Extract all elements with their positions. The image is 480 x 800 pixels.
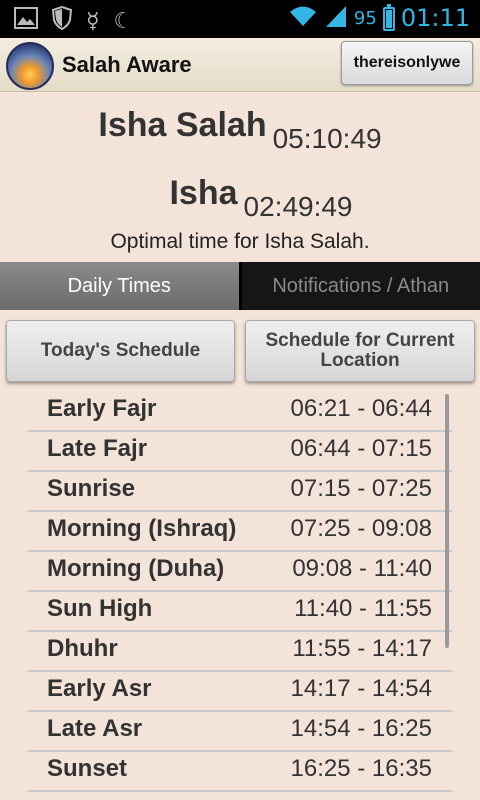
list-item[interactable]: Late Asr 14:54 - 16:25: [28, 712, 452, 752]
prayer-line: Isha 02:49:49: [0, 174, 480, 222]
salah-title: Isha Salah: [98, 106, 267, 144]
prayer-time-range: 07:15 - 07:25: [290, 475, 432, 502]
prayer-name: Early Fajr: [47, 395, 157, 422]
account-button[interactable]: thereisonlywe: [341, 41, 473, 85]
list-item[interactable]: Early Asr 14:17 - 14:54: [28, 672, 452, 712]
tab-bar: Daily Times Notifications / Athan: [0, 262, 480, 310]
salah-line: Isha Salah 05:10:49: [0, 106, 480, 154]
list-item[interactable]: Late Fajr 06:44 - 07:15: [28, 432, 452, 472]
wifi-icon: [288, 4, 318, 32]
prayer-title: Isha: [169, 174, 238, 212]
prayer-name: Dhuhr: [47, 635, 118, 662]
prayer-timer: 02:49:49: [243, 191, 353, 222]
shield-icon: [51, 5, 73, 37]
crescent-moon-icon: ☾: [113, 8, 134, 34]
prayer-name: Sunrise: [47, 475, 136, 502]
image-icon: [14, 7, 38, 36]
prayer-time-range: 14:17 - 14:54: [290, 675, 432, 702]
list-item[interactable]: Dhuhr 11:55 - 14:17: [28, 632, 452, 672]
prayer-time-range: 07:25 - 09:08: [290, 515, 432, 542]
prayer-name: Early Asr: [47, 675, 152, 702]
list-item[interactable]: Morning (Ishraq) 07:25 - 09:08: [28, 512, 452, 552]
prayer-time-range: 11:55 - 14:17: [292, 635, 432, 662]
current-prayer-panel: Isha Salah 05:10:49 Isha 02:49:49 Optimal …: [0, 92, 480, 262]
todays-schedule-button[interactable]: Today's Schedule: [6, 320, 235, 382]
list-item[interactable]: Morning (Duha) 09:08 - 11:40: [28, 552, 452, 592]
battery-percent: 95: [353, 7, 377, 29]
prayer-name: Late Fajr: [47, 435, 148, 462]
list-item[interactable]: Sunrise 07:15 - 07:25: [28, 472, 452, 512]
prayer-name: Late Asr: [47, 715, 143, 742]
prayer-time-range: 06:44 - 07:15: [290, 435, 432, 462]
prayer-time-range: 16:25 - 16:35: [290, 755, 432, 782]
current-location-schedule-button[interactable]: Schedule for Current Location: [245, 320, 475, 382]
mercury-symbol-icon: ☿: [86, 8, 100, 34]
prayer-name: Sunset: [47, 755, 128, 782]
signal-icon: [324, 4, 348, 32]
list-item[interactable]: Sunset 16:25 - 16:35: [28, 752, 452, 792]
app-title: Salah Aware: [62, 52, 192, 77]
tab-notifications-athan[interactable]: Notifications / Athan: [241, 262, 480, 310]
prayer-time-range: 11:40 - 11:55: [294, 595, 432, 622]
clock: 01:11: [400, 4, 470, 32]
prayer-time-range: 09:08 - 11:40: [292, 555, 432, 582]
list-item[interactable]: Sun High 11:40 - 11:55: [28, 592, 452, 632]
prayer-name: Morning (Duha): [47, 555, 225, 582]
prayer-name: Morning (Ishraq): [47, 515, 237, 542]
app-logo-icon[interactable]: [6, 42, 54, 90]
list-scrollbar[interactable]: [445, 394, 449, 648]
prayer-time-range: 06:21 - 06:44: [290, 395, 432, 422]
schedule-list[interactable]: Early Fajr 06:21 - 06:44 Late Fajr 06:44 -…: [28, 392, 452, 800]
tab-daily-times[interactable]: Daily Times: [0, 262, 242, 310]
status-bar: ☿ ☾ 95 01:11: [0, 0, 480, 38]
battery-icon: [382, 4, 395, 31]
action-bar: Salah Aware thereisonlywe: [0, 38, 480, 92]
list-item[interactable]: Early Fajr 06:21 - 06:44: [28, 392, 452, 432]
salah-timer: 05:10:49: [272, 123, 382, 154]
prayer-name: Sun High: [47, 595, 153, 622]
prayer-time-range: 14:54 - 16:25: [290, 715, 432, 742]
optimal-message: Optimal time for Isha Salah.: [110, 230, 370, 253]
